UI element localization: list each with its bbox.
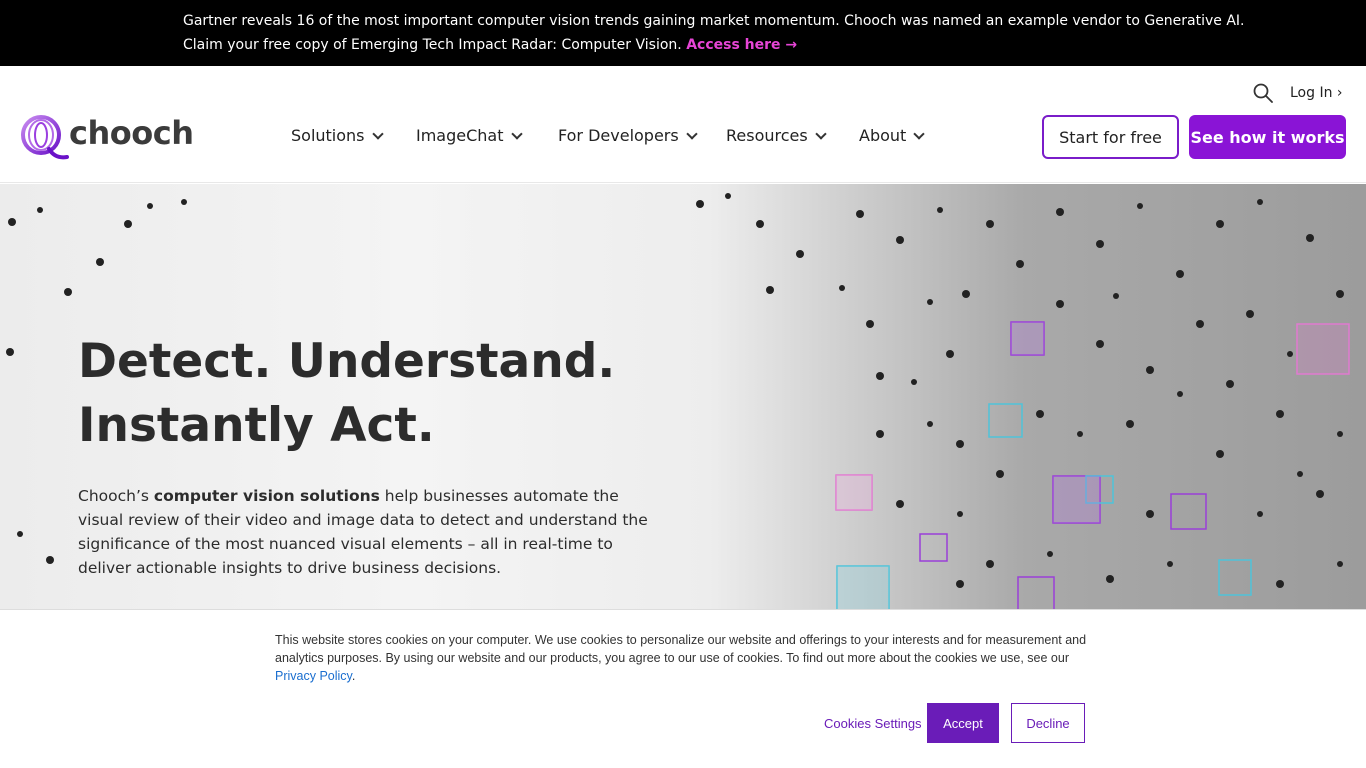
chevron-down-icon <box>371 127 384 140</box>
nav-about-label: About <box>859 126 907 145</box>
login-link[interactable]: Log In › <box>1290 85 1343 101</box>
nav-imagechat-label: ImageChat <box>416 126 504 145</box>
nav-resources-label: Resources <box>726 126 808 145</box>
chevron-down-icon <box>686 127 698 140</box>
decline-cookies-button[interactable]: Decline <box>1011 703 1085 743</box>
hero-title-line-2: Instantly Act. <box>78 398 435 453</box>
announcement-line-2: Claim your free copy of Emerging Tech Im… <box>183 33 1366 57</box>
chooch-logo-icon <box>21 115 69 160</box>
site-header: chooch Solutions ImageChat For Developer… <box>0 66 1366 183</box>
cookie-message-period: . <box>351 669 356 683</box>
announcement-line-1: Gartner reveals 16 of the most important… <box>183 13 1245 29</box>
nav-solutions[interactable]: Solutions <box>291 126 384 145</box>
nav-for-developers-label: For Developers <box>558 126 679 145</box>
hero-section: Detect. Understand. Instantly Act. Chooc… <box>0 184 1366 610</box>
announcement-text: Claim your free copy of Emerging Tech Im… <box>183 37 682 53</box>
hero-description-prefix: Chooch’s <box>78 487 154 505</box>
cookie-banner: This website stores cookies on your comp… <box>0 609 1366 768</box>
cookie-message-text: This website stores cookies on your comp… <box>275 633 1087 665</box>
nav-for-developers[interactable]: For Developers <box>558 126 698 145</box>
nav-about[interactable]: About <box>859 126 925 145</box>
chevron-down-icon <box>913 127 925 140</box>
privacy-policy-link[interactable]: Privacy Policy <box>275 669 352 683</box>
chevron-down-icon <box>815 127 827 140</box>
logo-wordmark: chooch <box>69 114 194 152</box>
hero-description-bold: computer vision solutions <box>153 487 380 505</box>
hero-title: Detect. Understand. Instantly Act. <box>78 330 615 458</box>
nav-imagechat[interactable]: ImageChat <box>416 126 523 145</box>
search-icon[interactable] <box>1253 83 1273 103</box>
accept-cookies-button[interactable]: Accept <box>927 703 999 743</box>
access-here-link[interactable]: Access here → <box>686 37 797 53</box>
chooch-logo[interactable]: chooch <box>19 110 194 164</box>
cookie-message: This website stores cookies on your comp… <box>275 631 1095 685</box>
announcement-bar: Gartner reveals 16 of the most important… <box>0 0 1366 66</box>
nav-resources[interactable]: Resources <box>726 126 827 145</box>
chevron-down-icon <box>510 127 523 140</box>
see-how-it-works-button[interactable]: See how it works <box>1189 115 1346 159</box>
nav-solutions-label: Solutions <box>291 126 365 145</box>
hero-title-line-1: Detect. Understand. <box>78 334 616 389</box>
cookies-settings-link[interactable]: Cookies Settings <box>824 716 922 731</box>
start-for-free-button[interactable]: Start for free <box>1042 115 1179 159</box>
hero-description: Chooch’s computer vision solutions help … <box>78 484 658 580</box>
